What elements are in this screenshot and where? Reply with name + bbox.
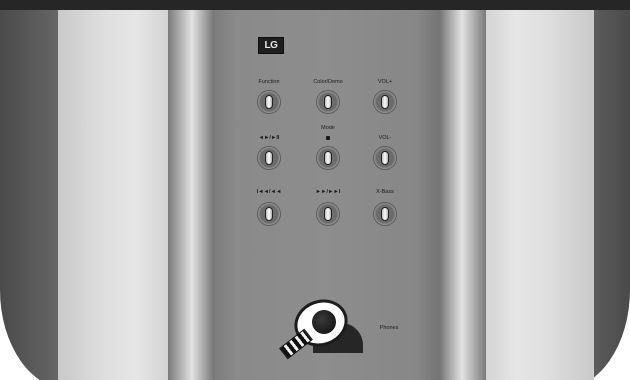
phones-label: Phones (379, 325, 399, 331)
button-cap (265, 95, 273, 109)
button-cap (324, 95, 332, 109)
button-cap (265, 207, 273, 221)
skip-back-label: I◄◄/◄◄ (256, 189, 282, 195)
vol-down-label: VOL- (378, 135, 392, 141)
mode-stop-button[interactable] (317, 147, 339, 169)
button-cap (381, 95, 389, 109)
brand-logo: LG (258, 37, 284, 54)
function-button[interactable] (258, 91, 280, 113)
function-label: Function (258, 79, 280, 85)
right-speaker-grill (482, 10, 594, 380)
stereo-device-front: LG Function Color/Demo VOL+ ◄►/►II Mode … (0, 0, 630, 380)
right-metal-column (438, 10, 486, 380)
left-speaker-grill (58, 10, 170, 380)
x-bass-button[interactable] (374, 203, 396, 225)
skip-back-button[interactable] (258, 203, 280, 225)
button-cap (381, 207, 389, 221)
skip-forward-label: ►►/►►I (315, 189, 341, 195)
mode-label: Mode (321, 125, 335, 131)
button-cap (381, 151, 389, 165)
phones-jack-socket[interactable] (312, 310, 336, 334)
play-pause-label: ◄►/►II (258, 135, 280, 141)
x-bass-label: X-Bass (376, 189, 394, 195)
stop-icon (326, 136, 330, 140)
button-cap (265, 151, 273, 165)
button-cap (324, 207, 332, 221)
button-cap (324, 151, 332, 165)
color-demo-label: Color/Demo (313, 79, 343, 85)
play-pause-button[interactable] (258, 147, 280, 169)
left-metal-column (168, 10, 216, 380)
color-demo-button[interactable] (317, 91, 339, 113)
vol-up-button[interactable] (374, 91, 396, 113)
skip-forward-button[interactable] (317, 203, 339, 225)
vol-up-label: VOL+ (377, 79, 393, 85)
vol-down-button[interactable] (374, 147, 396, 169)
